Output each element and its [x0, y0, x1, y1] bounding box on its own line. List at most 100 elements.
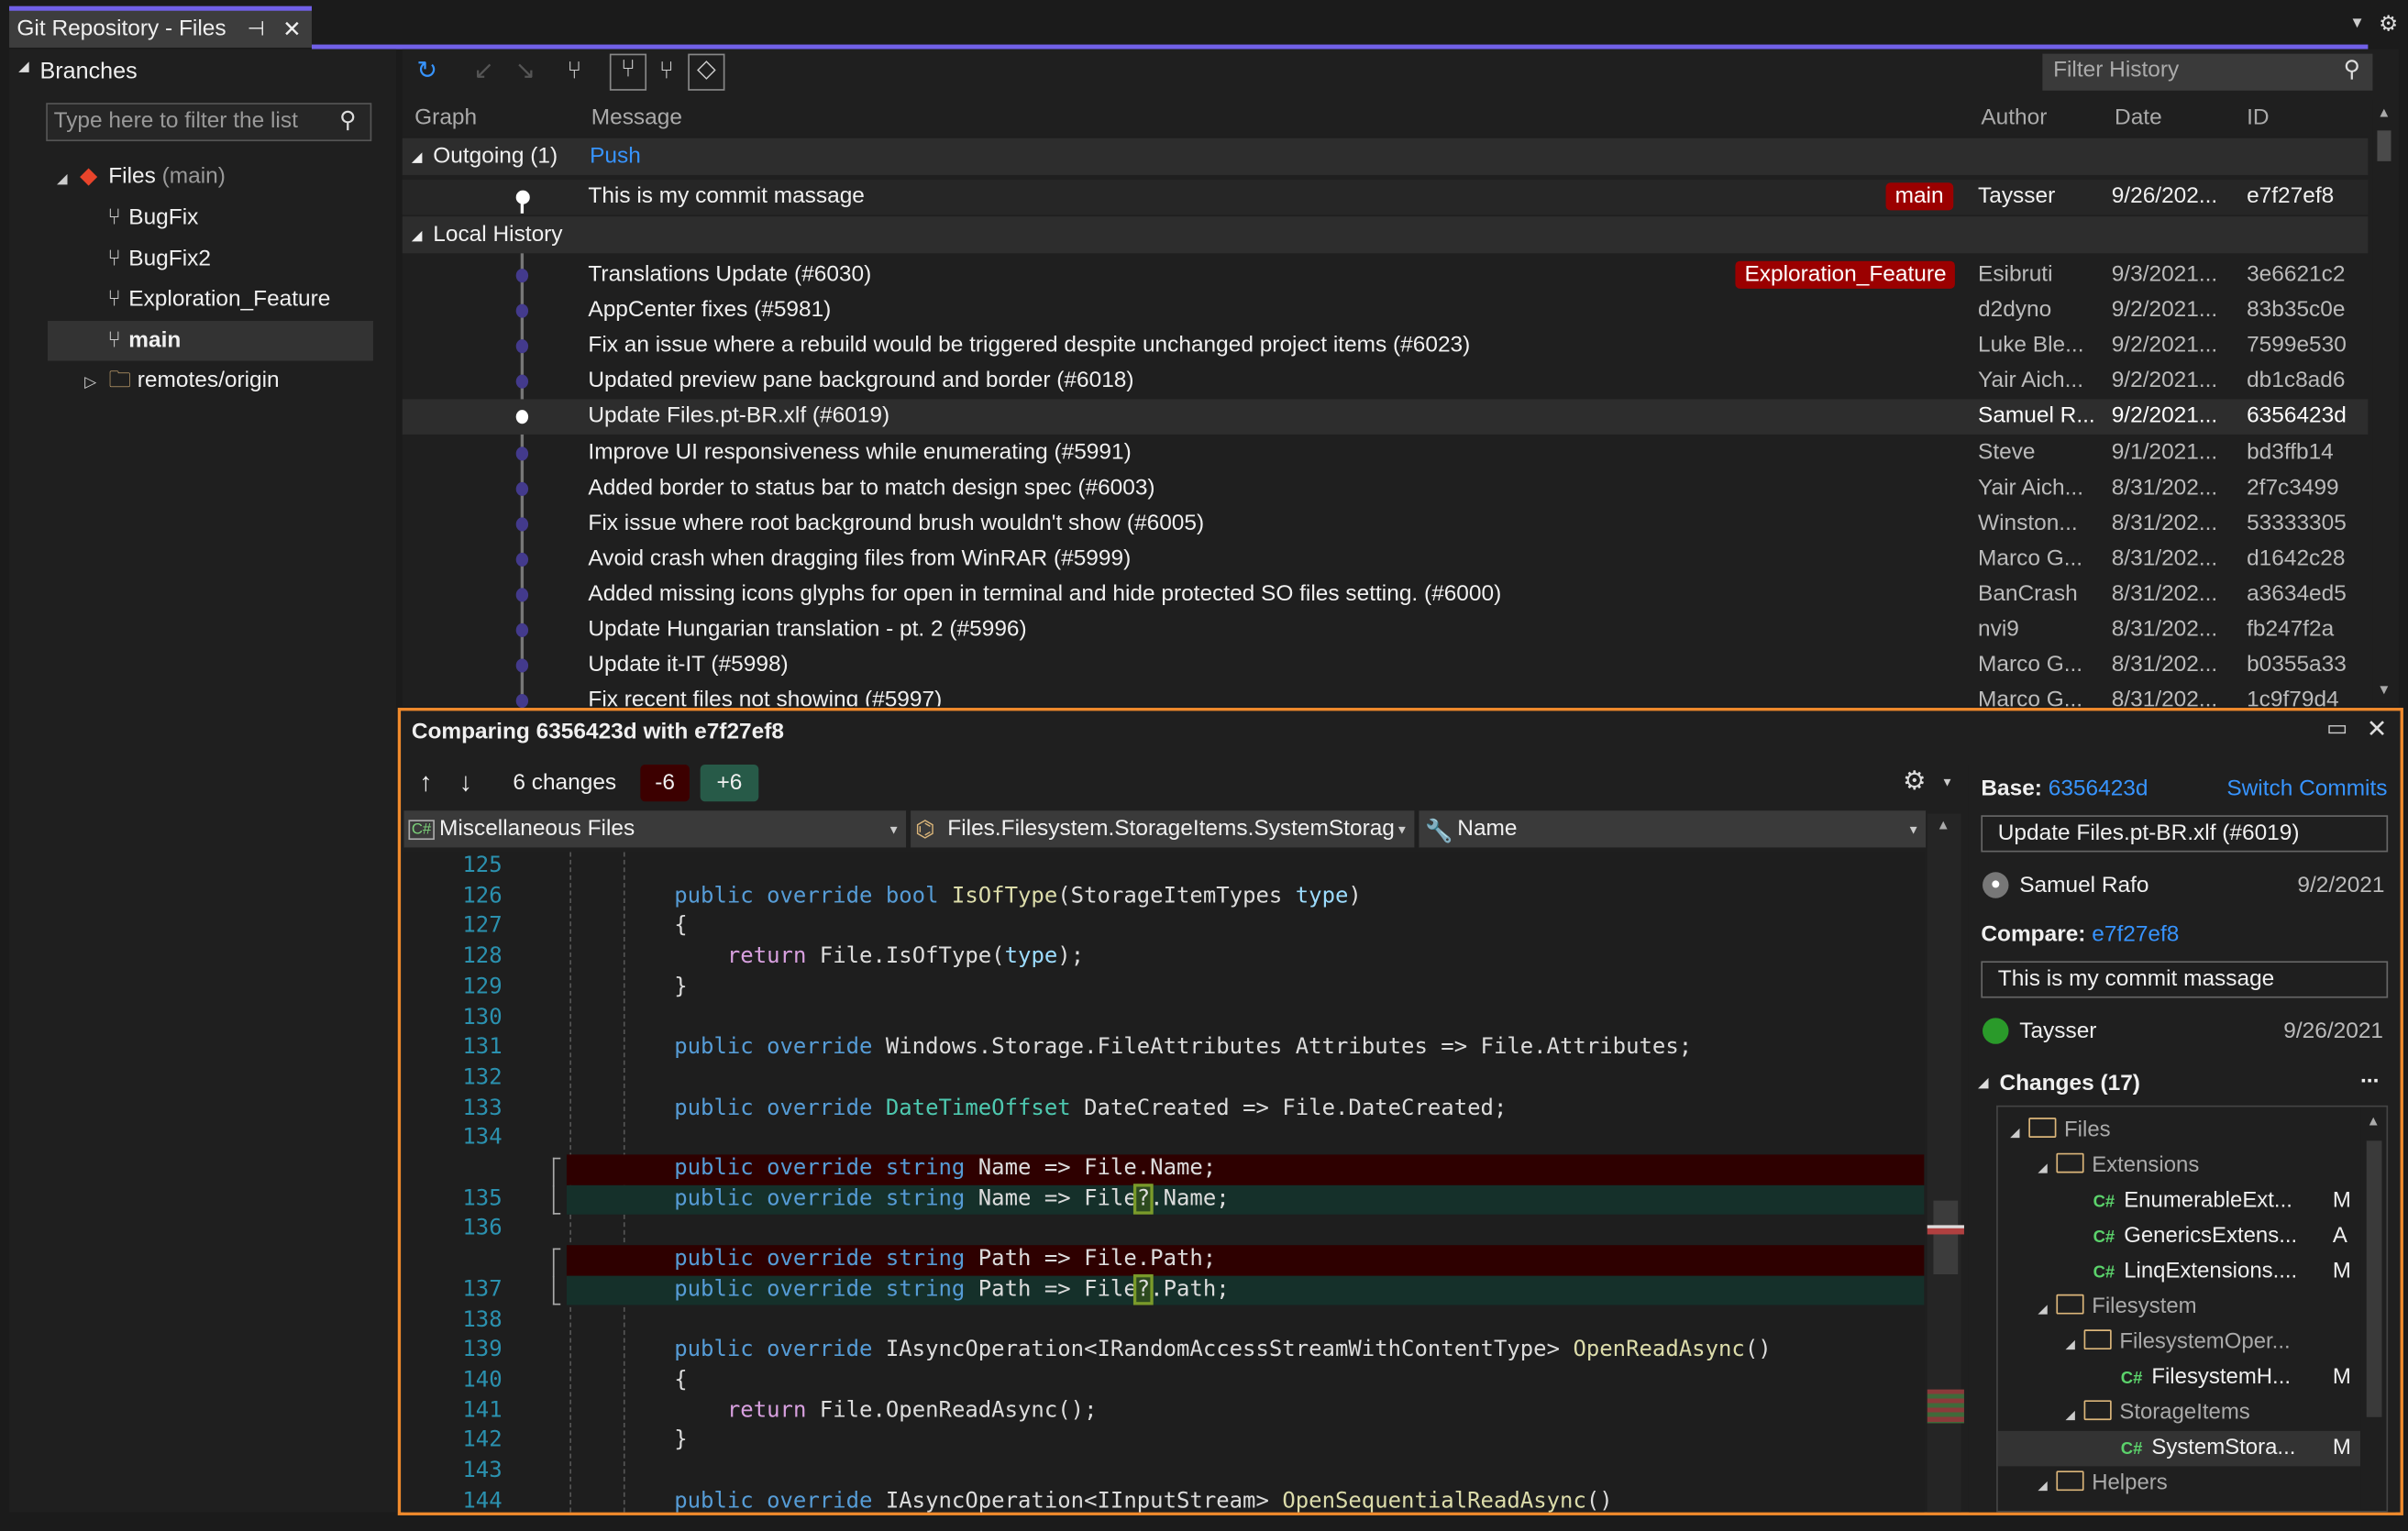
member-combo[interactable]: 🔧 Name ▼ — [1419, 810, 1927, 848]
branch-graph-icon[interactable]: ⑂ — [559, 57, 590, 87]
pin-icon[interactable]: ⊣ — [248, 17, 265, 41]
scroll-up-icon[interactable]: ▲ — [1937, 817, 1950, 832]
expand-icon[interactable]: ◢ — [2038, 1302, 2047, 1316]
push-link[interactable]: Push — [590, 144, 641, 169]
fetch-icon[interactable]: ↙ — [469, 57, 499, 87]
commit-row[interactable]: Improve UI responsiveness while enumerat… — [403, 435, 2369, 471]
scroll-thumb[interactable] — [2377, 130, 2391, 161]
local-branches-toggle-icon[interactable]: ⑂ — [609, 53, 647, 91]
expand-icon[interactable]: ◢ — [2038, 1161, 2047, 1174]
folder-node[interactable]: ◢ StorageItems — [1998, 1395, 2360, 1431]
file-node[interactable]: C# SystemStora... M — [1997, 1430, 2361, 1467]
file-node[interactable]: C# EnumerableExt... M — [1998, 1184, 2360, 1219]
code-token: ? — [1133, 1183, 1154, 1215]
branch-item-bugfix2[interactable]: ⑂ BugFix2 — [48, 239, 373, 280]
branch-item-bugfix[interactable]: ⑂ BugFix — [48, 198, 373, 238]
file-node[interactable]: C# GenericsExtens... A — [1998, 1219, 2360, 1255]
gear-icon[interactable]: ⚙ — [2379, 11, 2398, 37]
group-outgoing[interactable]: ◢ Outgoing (1) Push — [402, 138, 2369, 175]
settings-gear-icon[interactable]: ⚙ — [1903, 766, 1927, 797]
commit-row[interactable]: Updated preview pane background and bord… — [403, 364, 2369, 400]
folder-icon — [2083, 1329, 2112, 1350]
col-graph[interactable]: Graph — [414, 106, 477, 131]
dock-icon[interactable]: ▭ — [2326, 715, 2347, 742]
collapse-icon[interactable]: ◢ — [1978, 1074, 1989, 1091]
expand-icon[interactable]: ◢ — [2065, 1408, 2074, 1422]
diff-overview-scrollbar[interactable]: ▲ — [1927, 813, 1964, 1513]
collapse-icon[interactable]: ◢ — [412, 149, 423, 165]
next-change-icon[interactable]: ↓ — [459, 767, 472, 798]
tab-git-repository[interactable]: Git Repository - Files ⊣ ✕ — [9, 6, 312, 48]
expand-icon[interactable]: ◢ — [2010, 1126, 2019, 1140]
branch-item-exploration_feature[interactable]: ⑂ Exploration_Feature — [48, 280, 373, 320]
branch-name: BugFix — [128, 205, 199, 231]
base-author: Samuel Rafo — [2019, 873, 2149, 898]
commit-row[interactable]: Avoid crash when dragging files from Win… — [403, 542, 2369, 578]
commit-row[interactable]: AppCenter fixes (#5981) d2dyno 9/2/2021...… — [403, 293, 2369, 329]
expand-icon[interactable]: ◢ — [2038, 1479, 2047, 1492]
scroll-thumb[interactable] — [2366, 1140, 2382, 1417]
expand-icon[interactable]: ▷ — [84, 375, 96, 391]
pull-icon[interactable]: ↘ — [510, 57, 540, 87]
compare-commit-link[interactable]: e7f27ef8 — [2092, 922, 2179, 947]
branch-item-main[interactable]: ⑂ main — [47, 321, 373, 361]
history-scrollbar[interactable]: ▲ ▼ — [2372, 99, 2396, 704]
scroll-thumb[interactable] — [1933, 1200, 1959, 1275]
folder-name: Filesystem — [2092, 1294, 2197, 1319]
close-icon[interactable]: ✕ — [2367, 714, 2387, 744]
col-date[interactable]: Date — [2115, 106, 2162, 131]
search-icon[interactable]: ⚲ — [2344, 55, 2360, 83]
commit-row[interactable]: Fix an issue where a rebuild would be tr… — [403, 329, 2369, 365]
collapse-icon[interactable]: ◢ — [18, 59, 29, 75]
col-author[interactable]: Author — [1981, 106, 2047, 131]
more-options-button[interactable]: ... — [2360, 1064, 2379, 1089]
refresh-icon[interactable]: ↻ — [412, 57, 442, 87]
commit-row[interactable]: Fix issue where root background brush wo… — [403, 506, 2369, 542]
commit-message: Updated preview pane background and bord… — [588, 369, 1134, 394]
scroll-down-icon[interactable]: ▼ — [2377, 682, 2391, 698]
code-token: ( — [1057, 884, 1071, 909]
col-message[interactable]: Message — [591, 106, 682, 131]
file-node[interactable]: C# FilesystemH... M — [1998, 1360, 2360, 1396]
file-node[interactable]: C# LinqExtensions.... M — [1998, 1254, 2360, 1290]
commit-row[interactable]: Fix recent files not showing (#5997) Marc… — [403, 684, 2369, 707]
outgoing-commit-row[interactable]: This is my commit massage main Taysser 9… — [402, 179, 2369, 215]
base-commit-link[interactable]: 6356423d — [2049, 777, 2148, 801]
diff-code-view[interactable]: 125 126 public override bool IsOfType(Stor… — [403, 852, 1925, 1513]
expand-icon[interactable]: ◢ — [2065, 1338, 2074, 1351]
commit-row[interactable]: Added missing icons glyphs for open in t… — [403, 578, 2369, 613]
commit-row[interactable]: Update Hungarian translation - pt. 2 (#5… — [403, 612, 2369, 648]
scroll-up-icon[interactable]: ▲ — [2367, 1113, 2380, 1129]
dropdown-icon[interactable]: ▼ — [2349, 16, 2365, 32]
folder-node[interactable]: ◢ Files — [1998, 1113, 2360, 1149]
type-combo[interactable]: ⌬ Files.Filesystem.StorageItems.SystemSt… — [911, 810, 1415, 848]
commit-row[interactable]: Translations Update (#6030) Exploration_F… — [403, 258, 2369, 293]
switch-commits-link[interactable]: Switch Commits — [2226, 777, 2387, 801]
folder-node[interactable]: ◢ FilesystemOper... — [1998, 1325, 2360, 1360]
folder-node[interactable]: ◢ Filesystem — [1998, 1290, 2360, 1326]
previous-change-icon[interactable]: ↑ — [419, 767, 432, 798]
filter-history-input[interactable]: Filter History ⚲ — [2042, 53, 2373, 91]
group-local-history[interactable]: ◢ Local History — [402, 216, 2369, 254]
code-token: StorageItemTypes — [1070, 884, 1296, 909]
dropdown-icon[interactable]: ▼ — [1941, 776, 1953, 789]
collapse-icon[interactable]: ◢ — [412, 227, 423, 244]
commit-row[interactable]: Update Files.pt-BR.xlf (#6019) Samuel R..… — [402, 400, 2369, 435]
remote-branches-toggle-icon[interactable]: ⑂ — [651, 57, 681, 87]
changes-scrollbar[interactable]: ▲ — [2360, 1107, 2387, 1511]
expand-icon[interactable]: ◢ — [57, 171, 68, 186]
close-icon[interactable]: ✕ — [282, 17, 301, 43]
tree-item-remotes[interactable]: ▷ 🗀 remotes/origin — [84, 361, 280, 402]
project-combo[interactable]: C# Miscellaneous Files ▼ — [403, 810, 907, 848]
folder-node[interactable]: ◢ Helpers — [1998, 1466, 2360, 1502]
search-icon[interactable]: ⚲ — [339, 106, 356, 133]
folder-node[interactable]: ◢ Extensions — [1998, 1149, 2360, 1184]
tree-item-repo[interactable]: ◢ ◆ Files (main) — [57, 157, 226, 197]
branch-filter-input[interactable]: Type here to filter the list ⚲ — [46, 103, 372, 142]
commit-row[interactable]: Added border to status bar to match desi… — [403, 470, 2369, 506]
tags-toggle-icon[interactable]: ◇ — [688, 53, 725, 91]
file-name: EnumerableExt... — [2124, 1188, 2292, 1214]
scroll-up-icon[interactable]: ▲ — [2377, 105, 2391, 120]
col-id[interactable]: ID — [2247, 106, 2269, 131]
commit-row[interactable]: Update it-IT (#5998) Marco G... 8/31/202..… — [403, 648, 2369, 684]
